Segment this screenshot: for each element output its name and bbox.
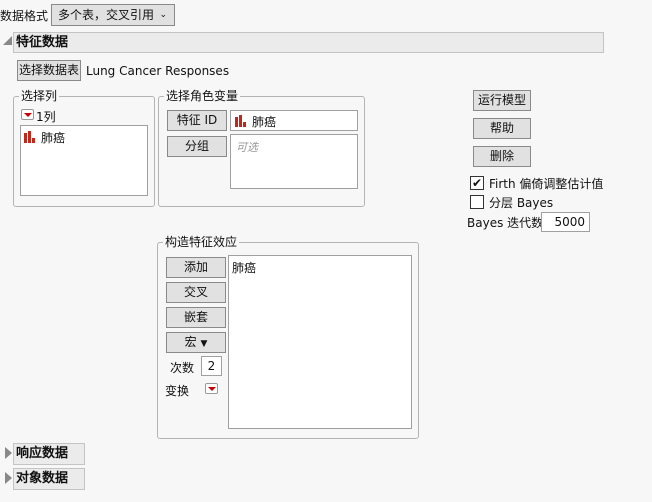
firth-label: Firth 偏倚调整估计值 — [489, 177, 604, 191]
continuous-column-icon — [235, 115, 246, 127]
chevron-down-icon: ⌄ — [159, 10, 167, 20]
list-item[interactable]: 肺癌 — [232, 259, 256, 276]
column-name: 肺癌 — [41, 131, 66, 145]
nest-button[interactable]: 嵌套 — [166, 307, 226, 328]
format-label: 数据格式 — [0, 9, 49, 23]
bayes-iter-input[interactable]: 5000 — [541, 212, 590, 232]
group-placeholder: 可选 — [236, 141, 258, 154]
effects-list[interactable]: 肺癌 — [228, 255, 412, 429]
firth-checkbox[interactable]: ✔ — [470, 176, 484, 190]
remove-button[interactable]: 删除 — [473, 146, 531, 167]
column-count: 1列 — [36, 110, 56, 124]
hier-bayes-label: 分层 Bayes — [489, 196, 554, 210]
help-button[interactable]: 帮助 — [473, 118, 531, 139]
group-button[interactable]: 分组 — [167, 136, 227, 157]
transform-label: 变换 — [165, 384, 190, 398]
response-section-header[interactable]: 响应数据 — [13, 443, 85, 465]
format-value: 多个表，交叉引用 — [58, 8, 155, 22]
hier-bayes-checkbox[interactable] — [470, 195, 484, 209]
expand-triangle-icon[interactable] — [5, 447, 12, 459]
continuous-column-icon — [24, 131, 35, 143]
checkmark-icon: ✔ — [471, 176, 483, 190]
subject-section-header[interactable]: 对象数据 — [13, 468, 85, 490]
table-name: Lung Cancer Responses — [86, 64, 230, 78]
add-button[interactable]: 添加 — [166, 257, 226, 278]
select-table-button[interactable]: 选择数据表 — [17, 60, 81, 81]
macros-button[interactable]: 宏 ▼ — [166, 332, 226, 353]
degree-input[interactable]: 2 — [201, 356, 222, 376]
degree-label: 次数 — [170, 361, 195, 375]
column-list[interactable]: 肺癌 — [20, 125, 148, 196]
cross-button[interactable]: 交叉 — [166, 282, 226, 303]
feature-id-value: 肺癌 — [252, 115, 277, 129]
roles-group: 选择角色变量 特征 ID 肺癌 分组 可选 — [158, 89, 365, 207]
transform-red-triangle-icon[interactable] — [205, 383, 218, 394]
group-title: 选择列 — [19, 89, 60, 103]
group-field[interactable]: 可选 — [230, 134, 358, 189]
group-title: 构造特征效应 — [163, 235, 240, 249]
feature-id-field[interactable]: 肺癌 — [230, 110, 358, 131]
bayes-iter-label: Bayes 迭代数 — [467, 216, 544, 230]
select-columns-group: 选择列 1列 肺癌 — [13, 89, 155, 207]
expand-triangle-icon[interactable] — [5, 472, 12, 484]
run-model-button[interactable]: 运行模型 — [473, 90, 531, 111]
macros-label: 宏 — [184, 335, 197, 349]
collapse-triangle-icon[interactable] — [3, 36, 12, 45]
effects-group: 构造特征效应 添加 交叉 嵌套 宏 ▼ 次数 2 变换 肺癌 — [157, 235, 419, 439]
group-title: 选择角色变量 — [164, 89, 241, 103]
feature-section-header[interactable]: 特征数据 — [13, 32, 604, 53]
format-dropdown[interactable]: 多个表，交叉引用 ⌄ — [51, 4, 175, 26]
red-triangle-menu-icon[interactable] — [21, 109, 34, 120]
dropdown-arrow-icon: ▼ — [200, 339, 208, 349]
feature-id-button[interactable]: 特征 ID — [167, 110, 227, 131]
